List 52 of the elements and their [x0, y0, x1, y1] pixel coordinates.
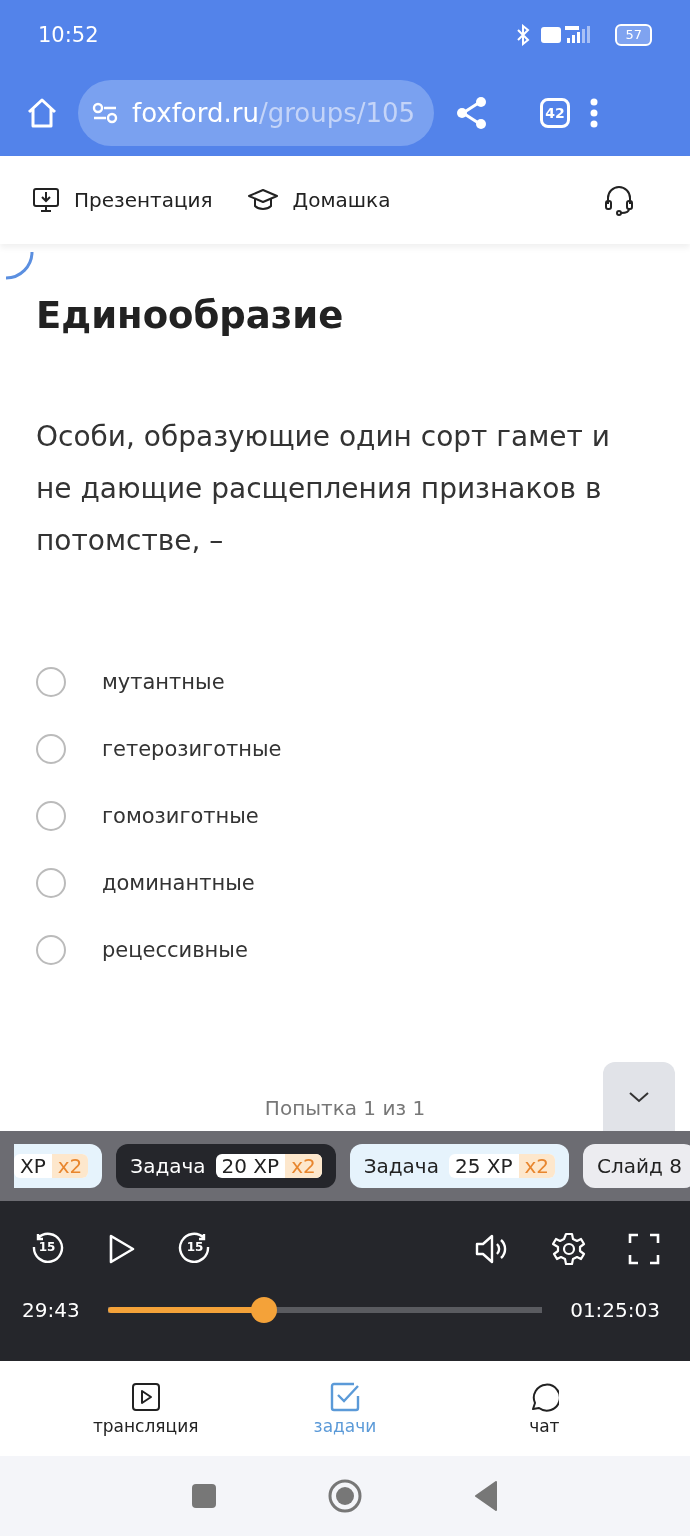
slide-chip[interactable]: Слайд 8	[583, 1144, 690, 1188]
chat-bubble-icon	[529, 1381, 560, 1412]
tab-count-button[interactable]: 42	[540, 98, 570, 128]
chevron-down-icon	[628, 1091, 650, 1103]
elapsed-time: 29:43	[22, 1298, 80, 1322]
radio-button[interactable]	[36, 667, 66, 697]
task-chip[interactable]: Задача 25 XP x2	[349, 1144, 570, 1188]
homework-button[interactable]: Домашка	[246, 187, 391, 213]
headset-icon[interactable]	[604, 184, 634, 216]
progress-thumb[interactable]	[251, 1297, 278, 1323]
play-square-icon	[130, 1381, 161, 1412]
task-chip[interactable]: XP x2	[14, 1144, 103, 1188]
attempt-counter: Попытка 1 из 1	[264, 1096, 426, 1120]
back-icon[interactable]	[474, 1481, 498, 1511]
battery-level: 57	[615, 24, 652, 46]
xp-badge: XP x2	[14, 1154, 89, 1178]
radio-button[interactable]	[36, 868, 66, 898]
option-label[interactable]: рецессивные	[102, 938, 248, 962]
monitor-download-icon	[32, 186, 60, 214]
question-text: Особи, образующие один сорт гамет и не дающие расщепления признаков в потомстве, –	[36, 419, 611, 559]
chip-label: Задача	[130, 1154, 206, 1178]
xp-badge: 25 XP x2	[448, 1154, 556, 1178]
option-label[interactable]: гомозиготные	[102, 804, 259, 828]
url-text: foxford.ru/groups/105	[132, 98, 416, 128]
radio-button[interactable]	[36, 801, 66, 831]
menu-icon[interactable]	[590, 98, 598, 128]
radio-button[interactable]	[36, 734, 66, 764]
site-settings-icon[interactable]	[92, 102, 118, 124]
forward-button[interactable]: 15	[178, 1232, 212, 1266]
chip-label: Слайд 8	[597, 1154, 682, 1178]
recents-icon[interactable]	[192, 1484, 216, 1508]
nav-tab[interactable]: трансляция	[70, 1381, 221, 1436]
nav-tab[interactable]: чат	[469, 1381, 620, 1436]
home-icon[interactable]	[26, 98, 58, 128]
graduation-cap-icon	[246, 187, 279, 213]
option-label[interactable]: гетерозиготные	[102, 737, 282, 761]
rewind-button[interactable]: 15	[30, 1232, 64, 1266]
fullscreen-icon[interactable]	[628, 1233, 660, 1265]
task-title: Единообразие	[36, 294, 345, 337]
chip-label: Задача	[363, 1154, 439, 1178]
loading-spinner-icon	[4, 250, 34, 280]
option-label[interactable]: доминантные	[102, 871, 255, 895]
presentation-button[interactable]: Презентация	[32, 186, 213, 214]
task-chip[interactable]: Задача 20 XP x2	[116, 1144, 336, 1188]
radio-button[interactable]	[36, 935, 66, 965]
home-circle-icon[interactable]	[328, 1479, 362, 1513]
duration-time: 01:25:03	[570, 1298, 660, 1322]
status-time: 10:52	[38, 23, 99, 47]
xp-badge: 20 XP x2	[215, 1154, 322, 1178]
option-label[interactable]: мутантные	[102, 670, 225, 694]
settings-icon[interactable]	[552, 1232, 586, 1266]
checkbox-icon	[330, 1381, 360, 1412]
